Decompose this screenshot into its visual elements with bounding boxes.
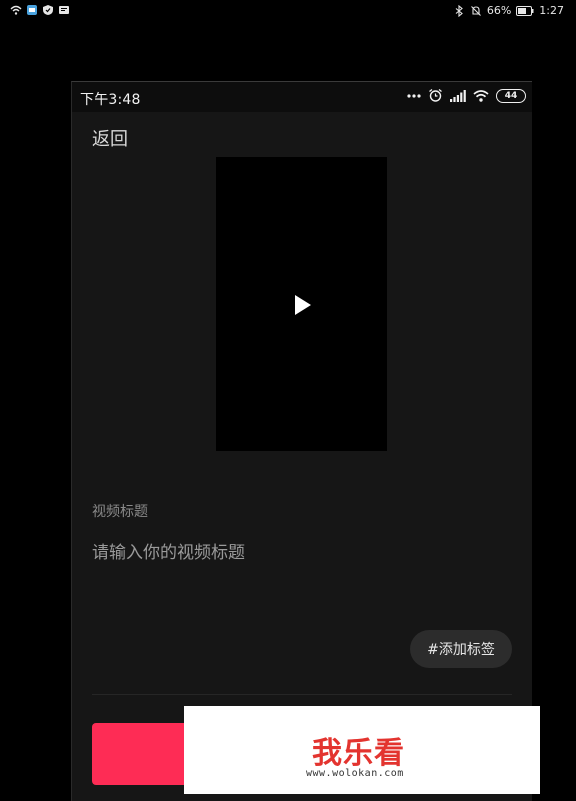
host-battery-percent: 66%: [486, 4, 512, 17]
more-dots-icon: [407, 93, 421, 98]
wifi-icon: [473, 90, 489, 102]
watermark: 我乐看 www.wolokan.com: [184, 706, 540, 794]
video-title-input[interactable]: [92, 539, 502, 567]
phone-clock: 下午3:48: [80, 92, 141, 108]
bluetooth-icon: [455, 4, 463, 17]
shield-icon: [43, 5, 53, 15]
back-button[interactable]: 返回: [92, 125, 128, 151]
mute-bell-icon: [470, 5, 481, 16]
video-title-label: 视频标题: [92, 504, 148, 520]
phone-screen: 下午3:48 44 返回 视频标题 请输入你的视频标题 #添加标签: [71, 81, 532, 801]
wifi-icon: [10, 5, 22, 15]
play-icon[interactable]: [294, 294, 312, 316]
host-status-left: [10, 4, 70, 16]
add-tag-button[interactable]: #添加标签: [410, 630, 512, 668]
watermark-logo: 我乐看: [312, 736, 405, 771]
divider: [92, 694, 512, 695]
host-status-right: 66% 1:27: [453, 4, 564, 17]
video-preview[interactable]: [216, 157, 387, 451]
app-notification-icon: [27, 5, 37, 15]
battery-icon: [516, 5, 534, 16]
phone-status-icons: 44: [407, 88, 526, 103]
message-icon: [59, 6, 69, 14]
watermark-url: www.wolokan.com: [306, 768, 404, 779]
signal-icon: [450, 89, 466, 102]
phone-status-bar: 下午3:48 44: [72, 82, 532, 112]
host-clock: 1:27: [539, 4, 564, 17]
host-status-bar: 66% 1:27: [0, 0, 576, 22]
alarm-clock-icon: [429, 88, 442, 102]
phone-battery-icon: 44: [496, 88, 526, 103]
